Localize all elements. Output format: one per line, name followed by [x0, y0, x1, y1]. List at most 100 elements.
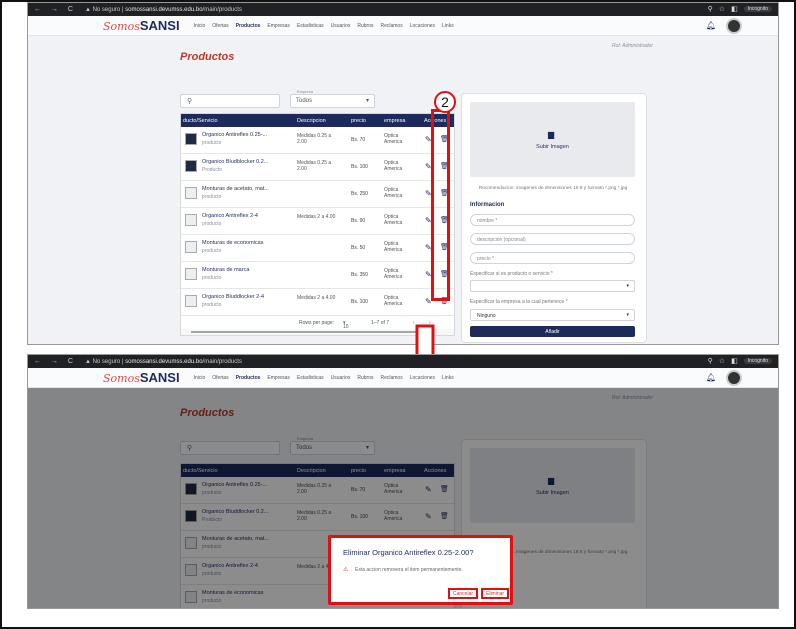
cancel-button[interactable]: Cancelar	[448, 588, 479, 599]
product-price: Bs. 90	[351, 218, 366, 224]
browser-url[interactable]: ▲ No seguro | somossansi.devumss.edu.bo/…	[85, 359, 242, 365]
menu-item-locaciones[interactable]: Locaciones	[410, 375, 435, 381]
browser-toolbar: ← → C ▲ No seguro | somossansi.devumss.e…	[28, 355, 778, 368]
product-thumbnail	[185, 295, 197, 307]
browser-url[interactable]: ▲ No seguro | somossansi.devumss.edu.bo/…	[85, 7, 242, 13]
product-company: Optica America	[384, 295, 403, 307]
table-row[interactable]: Organico Antireflex 2-4 producto Medidas 2…	[181, 208, 454, 235]
description-field[interactable]: descripcion (opcional)	[470, 233, 635, 245]
table-row[interactable]: Monturas de acetato, mat... producto Bs. 2…	[181, 181, 454, 208]
menu-item-ofertas[interactable]: Ofertas	[212, 23, 228, 29]
product-description: Medidas 2 a 4.00	[297, 214, 336, 220]
menu-item-links[interactable]: Links	[442, 23, 454, 29]
role-label: Rol: Administrador	[612, 43, 653, 49]
menu-item-reclamos[interactable]: Reclamos	[380, 23, 402, 29]
product-company: Optica America	[384, 214, 403, 226]
menu-item-rubros[interactable]: Rubros	[357, 375, 373, 381]
product-company: Optica America	[384, 133, 403, 145]
product-price: Bs. 100	[351, 164, 368, 170]
menu-item-empresas[interactable]: Empresas	[267, 375, 290, 381]
menu-item-links[interactable]: Links	[442, 375, 454, 381]
product-description: Medidas 2 a 4.00	[297, 295, 336, 301]
search-input[interactable]: ⚲	[180, 94, 280, 108]
url-path: /main/products	[202, 6, 242, 13]
app-header: SomosSANSI Inicio Ofertas Productos Empresa…	[28, 16, 778, 36]
menu-item-productos[interactable]: Productos	[236, 375, 261, 381]
menu-item-reclamos[interactable]: Reclamos	[380, 375, 402, 381]
avatar[interactable]	[726, 370, 742, 386]
upload-icon: ▆	[548, 130, 555, 139]
menu-item-usuarios[interactable]: Usuarios	[331, 375, 351, 381]
product-type: producto	[202, 275, 222, 281]
window-icon[interactable]: ◧	[731, 357, 738, 365]
company-select[interactable]: Ninguno ▾	[470, 309, 635, 321]
actions-highlight-box	[431, 109, 450, 301]
col-company: empresa	[384, 117, 406, 124]
menu-item-usuarios[interactable]: Usuarios	[331, 23, 351, 29]
bell-icon[interactable]: 🔔︎	[706, 373, 716, 382]
upload-image-area[interactable]: ▆ Subir Imagen	[470, 102, 635, 177]
product-description: Medidas 0.25 a 2.00	[297, 133, 332, 145]
product-name: Organico Antireflex 2-4	[202, 213, 258, 219]
name-field[interactable]: nombre *	[470, 214, 635, 226]
table-row[interactable]: Organico Antireflex 0.25-... producto Medi…	[181, 127, 454, 154]
star-icon[interactable]: ☆	[719, 5, 725, 13]
menu-item-productos[interactable]: Productos	[236, 23, 261, 29]
rows-per-page-select[interactable]: 10 ▾	[343, 320, 349, 330]
company-label: Especificar la empresa a la cual pertene…	[470, 299, 568, 305]
product-thumbnail	[185, 214, 197, 226]
col-price: precio	[351, 117, 366, 124]
browser-actions: ⚲ ☆ ◧ Incognito	[708, 357, 772, 365]
menu-item-estadisticas[interactable]: Estadisticas	[297, 375, 324, 381]
menu-item-locaciones[interactable]: Locaciones	[410, 23, 435, 29]
menu-item-empresas[interactable]: Empresas	[267, 23, 290, 29]
menu-item-inicio[interactable]: Inicio	[194, 23, 206, 29]
chevron-down-icon: ▾	[365, 98, 369, 104]
product-description: Medidas 0.25 a 2.00	[297, 160, 332, 172]
product-thumbnail	[185, 160, 197, 172]
profile-chip[interactable]: Incognito	[743, 358, 772, 364]
zoom-icon[interactable]: ⚲	[708, 357, 713, 365]
product-name: Monturas de economicas	[202, 240, 264, 246]
table-row[interactable]: Organico Bludblocker 0.2... Producto Medid…	[181, 154, 454, 181]
product-type: producto	[202, 302, 222, 308]
screenshot-delete-dialog: ← → C ▲ No seguro | somossansi.devumss.e…	[27, 354, 779, 609]
menu-item-inicio[interactable]: Inicio	[194, 375, 206, 381]
product-thumbnail	[185, 133, 197, 145]
url-host: somossansi.devumss.edu.bo	[125, 6, 203, 13]
product-name: Organico Bludblocker 0.2...	[202, 159, 269, 165]
upload-label: Subir Imagen	[536, 144, 569, 150]
delete-confirm-button[interactable]: Eliminar	[481, 588, 510, 599]
menu-item-estadisticas[interactable]: Estadisticas	[297, 23, 324, 29]
product-form-panel: ▆ Subir Imagen Recomendacion: imagenes d…	[461, 93, 647, 343]
company-filter[interactable]: Empresa Todos ▾	[290, 89, 375, 108]
app-logo[interactable]: SomosSANSI	[103, 18, 180, 33]
browser-nav-icons[interactable]: ← → C	[34, 6, 77, 13]
product-name: Monturas de acetato, mat...	[202, 186, 269, 192]
table-body: Organico Antireflex 0.25-... producto Medi…	[181, 127, 454, 316]
bell-icon[interactable]: 🔔︎	[706, 21, 716, 30]
price-field[interactable]: precio *	[470, 252, 635, 264]
table-row[interactable]: Organico Bluddlocker 2-4 producto Medidas …	[181, 289, 454, 316]
browser-toolbar: ← → C ▲ No seguro | somossansi.devumss.e…	[28, 3, 778, 16]
browser-nav-icons[interactable]: ← → C	[34, 358, 77, 365]
product-price: Bs. 50	[351, 245, 366, 251]
avatar[interactable]	[726, 18, 742, 34]
app-header: SomosSANSI Inicio Ofertas Productos Empresa…	[28, 368, 778, 388]
pagination-range: 1–7 of 7	[371, 320, 390, 326]
star-icon[interactable]: ☆	[719, 357, 725, 365]
add-product-button[interactable]: Añadir	[470, 326, 635, 337]
profile-chip[interactable]: Incognito	[743, 6, 772, 12]
zoom-icon[interactable]: ⚲	[708, 5, 713, 13]
window-icon[interactable]: ◧	[731, 5, 738, 13]
product-thumbnail	[185, 187, 197, 199]
not-secure-label: No seguro	[92, 6, 121, 13]
product-company: Optica America	[384, 160, 403, 172]
table-row[interactable]: Monturas de economicas producto Bs. 50 Opti…	[181, 235, 454, 262]
menu-item-ofertas[interactable]: Ofertas	[212, 375, 228, 381]
table-row[interactable]: Monturas de marca producto Bs. 350 Optica A…	[181, 262, 454, 289]
app-logo[interactable]: SomosSANSI	[103, 370, 180, 385]
delete-confirm-dialog: Eliminar Organico Antireflex 0.25-2.00? …	[328, 535, 513, 605]
menu-item-rubros[interactable]: Rubros	[357, 23, 373, 29]
type-select[interactable]: ▾	[470, 280, 635, 292]
